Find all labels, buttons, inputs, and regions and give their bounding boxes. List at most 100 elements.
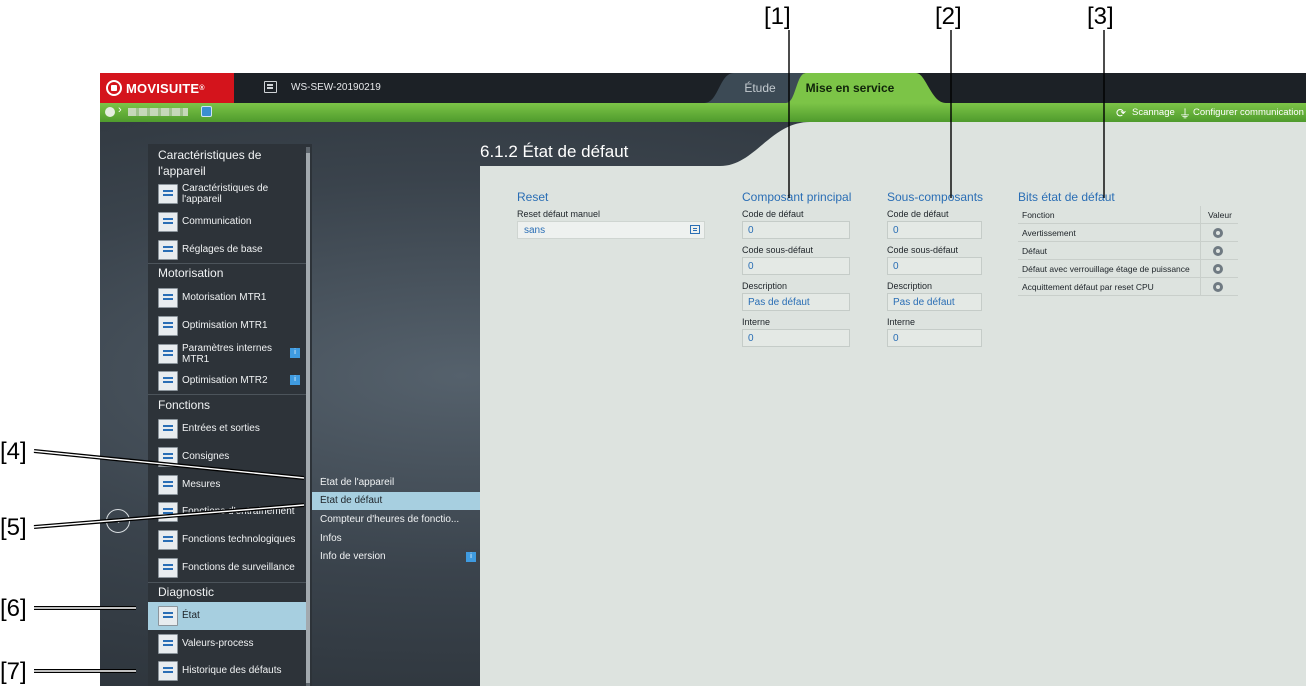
submenu-item-device-status[interactable]: État de l'appareil <box>312 474 480 492</box>
reset-select[interactable]: sans <box>517 221 705 239</box>
sidebar-divider <box>148 263 306 264</box>
sidebar-group-device-data: Caractéristiques de l'appareil <box>158 148 262 178</box>
breadcrumb-device-path[interactable] <box>128 108 188 116</box>
drive-icon <box>158 502 178 522</box>
sidebar-item-measurements[interactable]: Mesures <box>148 471 306 499</box>
submenu-item-version-info[interactable]: Info de version i <box>312 548 480 566</box>
sidebar-item-optimization-mtr1[interactable]: Optimisation MTR1 <box>148 312 306 340</box>
main-description-field: Pas de défaut <box>742 293 850 311</box>
sidebar-item-label: Motorisation MTR1 <box>182 292 267 303</box>
submenu-item-infos[interactable]: Infos <box>312 530 480 548</box>
sidebar-group-motor: Motorisation <box>158 266 224 280</box>
info-icon: i <box>290 348 300 358</box>
main-fault-code-label: Code de défaut <box>742 209 804 219</box>
submenu-item-fault-status[interactable]: État de défaut <box>312 492 480 510</box>
sidebar-item-label: Paramètres internes MTR1 <box>182 343 273 365</box>
sidebar-item-label: Communication <box>182 216 252 227</box>
sidebar-item-drive-functions[interactable]: Fonctions d'entraînement <box>148 498 306 526</box>
fault-bit-label: Acquittement défaut par reset CPU <box>1022 282 1154 292</box>
sidebar-item-setpoints[interactable]: Consignes <box>148 443 306 471</box>
sub-internal-field: 0 <box>887 329 982 347</box>
sew-logo-icon <box>106 80 122 96</box>
sidebar-item-inputs-outputs[interactable]: Entrées et sorties <box>148 415 306 443</box>
refresh-icon[interactable]: ⟳ <box>1116 106 1126 120</box>
reset-label: Reset défaut manuel <box>517 209 601 219</box>
sidebar-item-label: Fonctions technologiques <box>182 534 296 545</box>
sub-subfault-code-field: 0 <box>887 257 982 275</box>
workspace-name: WS-SEW-20190219 <box>291 82 381 93</box>
plug-icon[interactable]: ⏚ <box>1179 105 1191 122</box>
sidebar-item-device-data[interactable]: Caractéristiques de l'appareil <box>148 180 306 208</box>
sidebar-item-optimization-mtr2[interactable]: Optimisation MTR2 i <box>148 367 306 395</box>
sidebar-item-motor-mtr1[interactable]: Motorisation MTR1 <box>148 284 306 312</box>
fault-bit-label: Défaut <box>1022 246 1048 256</box>
eye-icon <box>158 558 178 578</box>
info-icon: i <box>290 375 300 385</box>
sidebar-scrollbar-thumb[interactable] <box>306 153 310 683</box>
status-led-icon <box>1213 246 1223 256</box>
collapse-sidebar-button[interactable]: ‹ <box>106 509 130 533</box>
history-icon <box>158 661 178 681</box>
sidebar-item-label: Entrées et sorties <box>182 423 260 434</box>
motor-icon <box>158 371 178 391</box>
main-component-title: Composant principal <box>742 190 852 204</box>
process-icon <box>158 634 178 654</box>
page-title: 6.1.2 État de défaut <box>480 142 629 161</box>
sidebar-item-label: Réglages de base <box>182 244 263 255</box>
sidebar-divider <box>148 394 306 395</box>
sidebar-item-communication[interactable]: Communication <box>148 208 306 236</box>
callout-5: [5] <box>0 514 27 541</box>
status-led-icon <box>1213 264 1223 274</box>
movisuite-logo: MOVISUITE ® <box>100 73 234 103</box>
device-icon[interactable] <box>201 106 212 117</box>
info-icon: i <box>466 552 476 562</box>
sub-fault-code-label: Code de défaut <box>887 209 949 219</box>
tab-mise-en-service[interactable]: Mise en service <box>800 81 900 95</box>
callout-2: [2] <box>935 3 962 30</box>
table-row: Défaut avec verrouillage étage de puissa… <box>1018 260 1238 278</box>
save-icon[interactable] <box>264 81 277 93</box>
sidebar-item-internal-params-mtr1[interactable]: Paramètres internes MTR1 i <box>148 340 306 368</box>
configure-communication-button[interactable]: Configurer communication <box>1193 107 1304 118</box>
sidebar-item-label: Mesures <box>182 479 221 490</box>
list-icon[interactable] <box>690 225 700 234</box>
screenshot-root: [1] [2] [3] [4] [5] [6] [7] MOVISUITE ® W… <box>0 0 1306 686</box>
sidebar-group-functions: Fonctions <box>158 398 211 412</box>
home-icon[interactable] <box>105 107 115 117</box>
sub-components-title: Sous-composants <box>887 190 984 204</box>
sub-fault-code-field: 0 <box>887 221 982 239</box>
table-row: Avertissement <box>1018 224 1238 242</box>
callout-1: [1] <box>764 3 791 30</box>
network-icon <box>158 212 178 232</box>
sidebar-item-fault-history[interactable]: Historique des défauts <box>148 657 306 685</box>
sidebar-item-label: Historique des défauts <box>182 665 282 676</box>
measure-icon <box>158 475 178 495</box>
column-divider <box>1200 224 1201 242</box>
app-window: MOVISUITE ® WS-SEW-20190219 Étude Mise en… <box>100 73 1306 686</box>
sidebar-item-process-values[interactable]: Valeurs-process <box>148 630 306 658</box>
submenu-item-label: Info de version <box>320 551 386 562</box>
pulse-icon <box>158 606 178 626</box>
settings-chart-icon <box>158 240 178 260</box>
status-led-icon <box>1213 228 1223 238</box>
column-divider <box>1200 260 1201 278</box>
callout-6: [6] <box>0 595 27 622</box>
sub-description-field: Pas de défaut <box>887 293 982 311</box>
logo-mark: ® <box>199 84 205 92</box>
fault-bits-title: Bits état de défaut <box>1018 190 1115 204</box>
submenu-item-label: Compteur d'heures de fonctio... <box>320 514 460 525</box>
sidebar-item-basic-settings[interactable]: Réglages de base <box>148 236 306 264</box>
sidebar-item-monitoring-functions[interactable]: Fonctions de surveillance <box>148 554 306 582</box>
io-icon <box>158 419 178 439</box>
sidebar-divider <box>148 582 306 583</box>
main-subfault-code-label: Code sous-défaut <box>742 245 814 255</box>
submenu-item-label: Infos <box>320 533 342 544</box>
tab-etude[interactable]: Étude <box>730 81 790 95</box>
sidebar-item-label: Consignes <box>182 451 230 462</box>
submenu-item-operating-hours[interactable]: Compteur d'heures de fonctio... <box>312 511 480 529</box>
sidebar-item-tech-functions[interactable]: Fonctions technologiques <box>148 526 306 554</box>
fault-bits-table: Fonction Valeur Avertissement Défaut Déf… <box>1018 206 1238 296</box>
sidebar-item-status[interactable]: État <box>148 602 306 630</box>
scan-button[interactable]: Scannage <box>1132 107 1175 118</box>
column-divider <box>1200 278 1201 296</box>
